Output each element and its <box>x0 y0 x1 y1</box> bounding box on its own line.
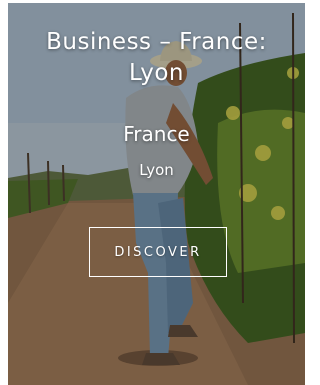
card-title: Business – France: Lyon <box>46 29 267 86</box>
discover-button[interactable]: DISCOVER <box>89 227 227 277</box>
card-content: Business – France: Lyon France Lyon DISC… <box>8 3 305 385</box>
country-label: France <box>123 122 190 146</box>
city-label: Lyon <box>139 161 174 179</box>
destination-card[interactable]: Business – France: Lyon France Lyon DISC… <box>8 3 305 385</box>
